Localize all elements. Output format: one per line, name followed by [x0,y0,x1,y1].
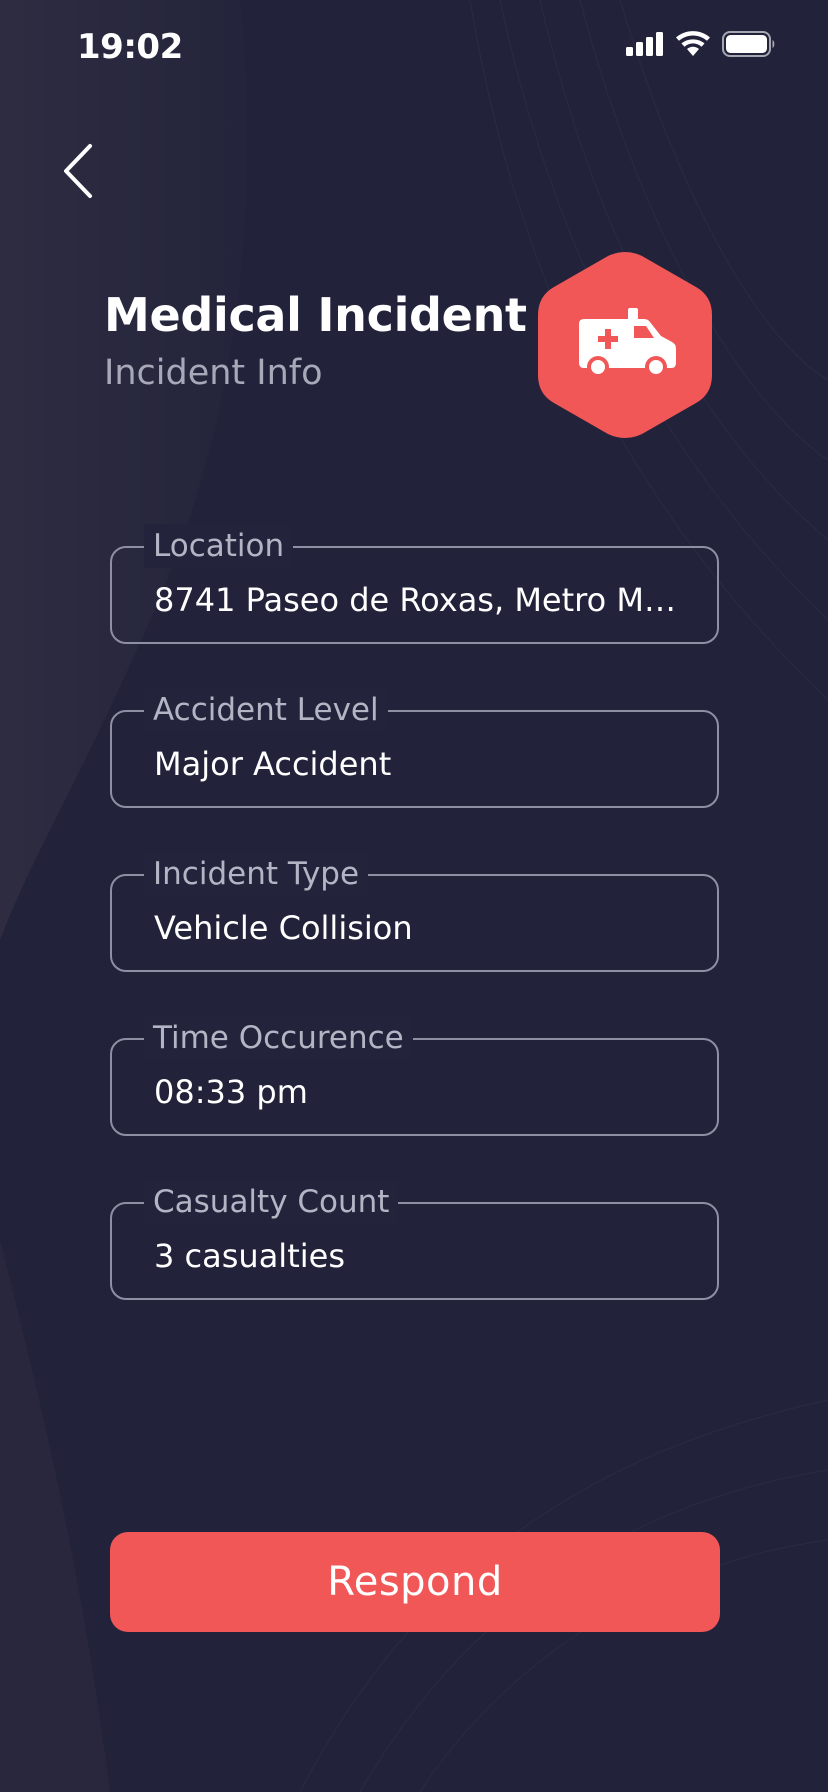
incident-type-label: Incident Type [144,852,369,896]
page-header: Medical Incident Incident Info [104,288,527,393]
accident-level-label: Accident Level [144,688,388,732]
time-occurence-field[interactable]: Time Occurence 08:33 pm [110,1016,719,1136]
casualty-count-field[interactable]: Casualty Count 3 casualties [110,1180,719,1300]
incident-type-field[interactable]: Incident Type Vehicle Collision [110,852,719,972]
time-occurence-label: Time Occurence [144,1016,413,1060]
casualty-count-value: 3 casualties [154,1237,345,1275]
page-subtitle: Incident Info [104,353,323,394]
page-title: Medical Incident [104,288,527,342]
location-field[interactable]: Location 8741 Paseo de Roxas, Metro Mani… [110,524,719,644]
cellular-signal-icon [626,32,663,56]
chevron-left-icon [64,144,92,198]
respond-button[interactable]: Respond [110,1532,720,1632]
battery-icon [722,31,775,57]
incident-type-badge [536,250,714,440]
accident-level-field[interactable]: Accident Level Major Accident [110,688,719,808]
status-time: 19:02 [77,27,183,67]
status-bar: 19:02 [0,0,828,96]
wifi-icon [676,31,710,56]
incident-type-value: Vehicle Collision [154,909,413,947]
casualty-count-label: Casualty Count [144,1180,399,1224]
location-label: Location [144,524,294,568]
location-value: 8741 Paseo de Roxas, Metro Manila [154,581,689,619]
status-icons [626,31,776,57]
back-button[interactable] [56,138,108,204]
accident-level-value: Major Accident [154,745,392,783]
time-occurence-value: 08:33 pm [154,1073,308,1111]
